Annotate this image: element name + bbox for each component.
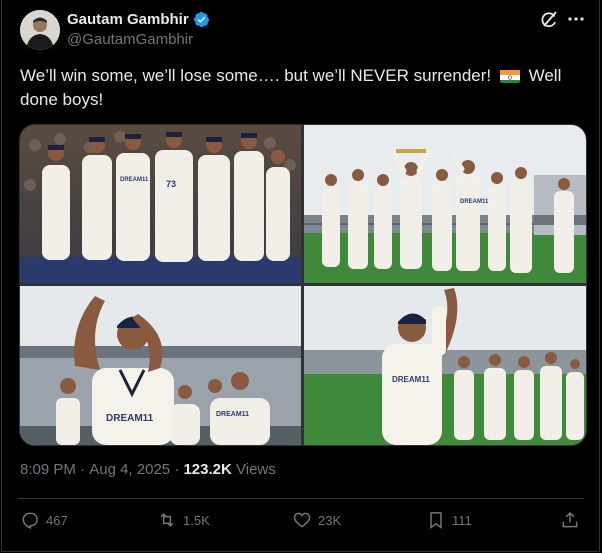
- views-count[interactable]: 123.2K: [183, 461, 231, 478]
- tweet-text: We’ll win some, we’ll lose some…. but we…: [20, 64, 580, 112]
- reply-button[interactable]: 467: [20, 510, 68, 530]
- photo-team-walk[interactable]: DREAM11: [304, 125, 586, 283]
- svg-text:DREAM11: DREAM11: [460, 199, 489, 205]
- like-button[interactable]: 23K: [292, 510, 341, 530]
- bookmark-icon: [430, 512, 442, 529]
- more-options-icon[interactable]: [566, 9, 586, 34]
- svg-text:DREAM11: DREAM11: [120, 177, 149, 183]
- photo-player-clapping[interactable]: DREAM11 DREAM11: [20, 286, 301, 445]
- svg-text:DREAM11: DREAM11: [216, 411, 249, 418]
- tweet-meta: 8:09 PM · Aug 4, 2025 · 123.2K Views: [20, 461, 276, 478]
- verified-badge-icon: [193, 11, 210, 28]
- author-name-row[interactable]: Gautam Gambhir: [67, 11, 210, 28]
- bookmark-button[interactable]: 111: [426, 510, 472, 530]
- tweet-date[interactable]: Aug 4, 2025: [89, 461, 170, 478]
- repost-icon: [160, 513, 174, 527]
- repost-count: 1.5K: [183, 512, 210, 528]
- meta-separator-2: ·: [170, 461, 184, 478]
- tweet-time[interactable]: 8:09 PM: [20, 461, 76, 478]
- bookmark-count: 111: [452, 512, 472, 528]
- india-flag-icon: [499, 68, 520, 83]
- photo-player-waving[interactable]: DREAM11: [304, 286, 586, 445]
- avatar[interactable]: [20, 10, 60, 50]
- divider: [18, 498, 584, 499]
- svg-text:73: 73: [166, 179, 176, 189]
- heart-icon: [293, 512, 311, 528]
- views-label: Views: [231, 461, 276, 478]
- photo-team-huddle[interactable]: 73 DREAM11: [20, 125, 301, 283]
- tweet-text-main: We’ll win some, we’ll lose some…. but we…: [20, 66, 492, 85]
- media-grid: 73 DREAM11 DREAM11 DREAM11 DREAM11 DREAM…: [19, 124, 587, 446]
- reply-count: 467: [46, 512, 68, 528]
- author-name[interactable]: Gautam Gambhir: [67, 11, 189, 28]
- svg-text:DREAM11: DREAM11: [392, 375, 430, 384]
- like-count: 23K: [318, 512, 342, 528]
- repost-button[interactable]: 1.5K: [157, 510, 210, 530]
- author-handle[interactable]: @GautamGambhir: [67, 31, 193, 48]
- action-bar: 467 1.5K 23K 111: [20, 510, 585, 534]
- share-button[interactable]: [560, 510, 580, 530]
- meta-separator: ·: [75, 461, 90, 478]
- reply-icon: [22, 512, 38, 530]
- grok-icon[interactable]: [539, 10, 559, 35]
- share-icon: [562, 511, 578, 528]
- svg-text:DREAM11: DREAM11: [106, 413, 154, 424]
